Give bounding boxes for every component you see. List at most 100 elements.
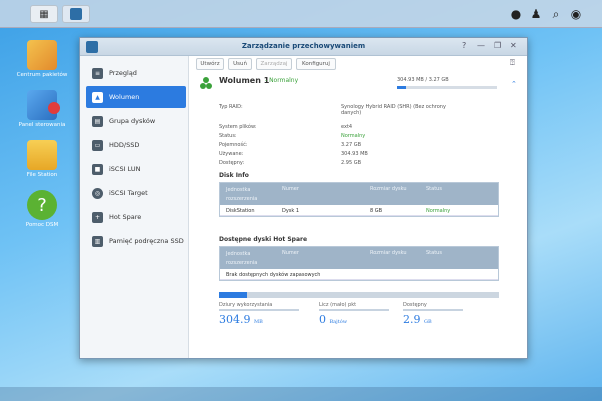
- desktop-icon-control-panel[interactable]: Panel sterowania: [14, 90, 70, 129]
- column-header[interactable]: Rozmiar dysku: [370, 250, 407, 256]
- desktop-icon-package-center[interactable]: Centrum pakietów: [14, 40, 70, 79]
- table-row-empty: Brak dostępnych dysków zapasowych: [220, 269, 498, 280]
- prop-label: Pojemność:: [219, 142, 248, 148]
- desktop-icon-help[interactable]: ? Pomoc DSM: [14, 190, 70, 229]
- sidebar-item-hot-spare[interactable]: + Hot Spare: [86, 206, 186, 228]
- prop-value: 304.93 MB: [341, 151, 368, 157]
- sidebar-item-iscsi-lun[interactable]: ■ iSCSI LUN: [86, 158, 186, 180]
- target-icon: ◎: [92, 187, 103, 199]
- sidebar-item-label: iSCSI LUN: [109, 165, 141, 173]
- sidebar-item-ssd-cache[interactable]: ▥ Pamięć podręczna SSD: [86, 230, 186, 252]
- help-icon[interactable]: ⍰: [510, 58, 515, 68]
- table-row[interactable]: DiskStation Dysk 1 8 GB Normalny: [220, 205, 498, 216]
- storage-manager-taskbar-button[interactable]: [62, 5, 90, 23]
- sidebar-item-overview[interactable]: ≡ Przegląd: [86, 62, 186, 84]
- prop-available: Dostępny: 2.95 GB: [219, 160, 509, 169]
- stat-blocks: Licz (mało) pkt 0 Bajtów: [319, 302, 389, 326]
- desktop-icon-file-station[interactable]: File Station: [14, 140, 70, 179]
- usage-summary-fill: [219, 292, 247, 298]
- stat-value: 304.9 MB: [219, 313, 263, 326]
- prop-status: Status: Normalny: [219, 133, 509, 142]
- prop-value: Normalny: [341, 133, 366, 139]
- help-button[interactable]: ?: [462, 41, 466, 50]
- sidebar-item-label: Przegląd: [109, 69, 137, 77]
- stat-available: Dostępny 2.9 GB: [403, 302, 463, 326]
- column-header[interactable]: Jednostka rozszerzenia: [226, 186, 266, 204]
- maximize-button[interactable]: ❐: [494, 41, 501, 50]
- table-cell: Normalny: [426, 208, 451, 214]
- table-cell: 8 GB: [370, 208, 383, 214]
- column-header[interactable]: Jednostka rozszerzenia: [226, 250, 266, 268]
- table-header: Jednostka rozszerzenia Numer Rozmiar dys…: [220, 247, 498, 269]
- prop-capacity: Pojemność: 3.27 GB: [219, 142, 509, 151]
- taskbar: ▦ ● ♟ ⌕ ◉: [0, 0, 602, 28]
- volume-header[interactable]: Wolumen 1 - Normalny 304.93 MB / 3.27 GB…: [195, 74, 521, 96]
- usage-summary-bar: [219, 292, 499, 298]
- close-button[interactable]: ✕: [510, 41, 517, 50]
- column-header[interactable]: Status: [426, 250, 442, 256]
- sidebar: ≡ Przegląd ▲ Wolumen ▤ Grupa dysków ▭ HD…: [80, 56, 189, 358]
- sidebar-item-volume[interactable]: ▲ Wolumen: [86, 86, 186, 108]
- column-header[interactable]: Status: [426, 186, 442, 192]
- desktop-bottom-strip: [0, 387, 602, 401]
- sidebar-item-label: Hot Spare: [109, 213, 142, 221]
- prop-value: 3.27 GB: [341, 142, 362, 148]
- prop-raid-type: Typ RAID: Synology Hybrid RAID (SHR) (Be…: [219, 104, 509, 116]
- lun-icon: ■: [92, 163, 103, 175]
- prop-filesystem: System plików: ext4: [219, 124, 509, 133]
- sidebar-item-label: HDD/SSD: [109, 141, 140, 149]
- hot-spare-icon: +: [92, 211, 103, 223]
- stat-value: 2.9 GB: [403, 313, 432, 326]
- control-panel-icon: [27, 90, 60, 120]
- chat-icon[interactable]: ●: [508, 6, 524, 22]
- options-icon[interactable]: ◉: [568, 6, 584, 22]
- sidebar-item-disk-group[interactable]: ▤ Grupa dysków: [86, 110, 186, 132]
- prop-value: 2.95 GB: [341, 160, 362, 166]
- prop-label: Typ RAID:: [219, 104, 243, 110]
- sidebar-item-label: Wolumen: [109, 93, 140, 101]
- package-center-icon: [27, 40, 57, 70]
- folder-icon: [27, 140, 57, 170]
- prop-label: Dostępny:: [219, 160, 245, 166]
- storage-manager-window: Zarządzanie przechowywaniem ? — ❐ ✕ ≡ Pr…: [79, 37, 528, 359]
- disk-info-table: Jednostka rozszerzenia Numer Rozmiar dys…: [219, 182, 499, 217]
- stat-used: Dziury wykorzystania 304.9 MB: [219, 302, 299, 326]
- prop-value: Synology Hybrid RAID (SHR) (Bez ochrony …: [341, 104, 446, 116]
- usage-bar: [397, 86, 497, 89]
- collapse-icon[interactable]: ⌃: [511, 80, 517, 88]
- column-header[interactable]: Rozmiar dysku: [370, 186, 407, 192]
- volume-usage: 304.93 MB / 3.27 GB: [397, 77, 449, 83]
- sidebar-item-iscsi-target[interactable]: ◎ iSCSI Target: [86, 182, 186, 204]
- desktop-icon-label: Centrum pakietów: [16, 72, 68, 78]
- volume-detail-panel: Wolumen 1 - Normalny 304.93 MB / 3.27 GB…: [195, 74, 521, 356]
- volume-icon: ▲: [92, 91, 103, 103]
- stat-label: Licz (mało) pkt: [319, 302, 389, 311]
- volume-icon: [200, 77, 212, 89]
- window-titlebar[interactable]: Zarządzanie przechowywaniem ? — ❐ ✕: [80, 38, 527, 56]
- usage-stats: Dziury wykorzystania 304.9 MB Licz (mało…: [219, 302, 499, 332]
- sidebar-item-hdd-ssd[interactable]: ▭ HDD/SSD: [86, 134, 186, 156]
- help-icon: ?: [27, 190, 57, 220]
- search-icon[interactable]: ⌕: [548, 6, 564, 22]
- manage-button[interactable]: Zarządzaj: [256, 58, 292, 70]
- stat-label: Dostępny: [403, 302, 463, 311]
- prop-label: System plików:: [219, 124, 257, 130]
- ssd-cache-icon: ▥: [92, 235, 103, 247]
- minimize-button[interactable]: —: [477, 41, 485, 50]
- prop-used: Używane: 304.93 MB: [219, 151, 509, 160]
- desktop-icon-label: Pomoc DSM: [25, 222, 59, 228]
- hot-spare-title: Dostępne dyski Hot Spare: [219, 236, 308, 243]
- create-button[interactable]: Utwórz: [196, 58, 224, 70]
- prop-label: Status:: [219, 133, 237, 139]
- volume-status: - Normalny: [265, 77, 299, 84]
- sidebar-item-label: Pamięć podręczna SSD: [109, 237, 184, 245]
- toolbar: Utwórz Usuń Zarządzaj Konfiguruj ⍰: [190, 56, 527, 72]
- delete-button[interactable]: Usuń: [228, 58, 252, 70]
- desktop-icon-label: Panel sterowania: [18, 122, 66, 128]
- user-icon[interactable]: ♟: [528, 6, 544, 22]
- column-header[interactable]: Numer: [282, 250, 299, 256]
- column-header[interactable]: Numer: [282, 186, 299, 192]
- main-menu-button[interactable]: ▦: [30, 5, 58, 23]
- configure-button[interactable]: Konfiguruj: [296, 58, 336, 70]
- disk-info-title: Disk Info: [219, 172, 249, 179]
